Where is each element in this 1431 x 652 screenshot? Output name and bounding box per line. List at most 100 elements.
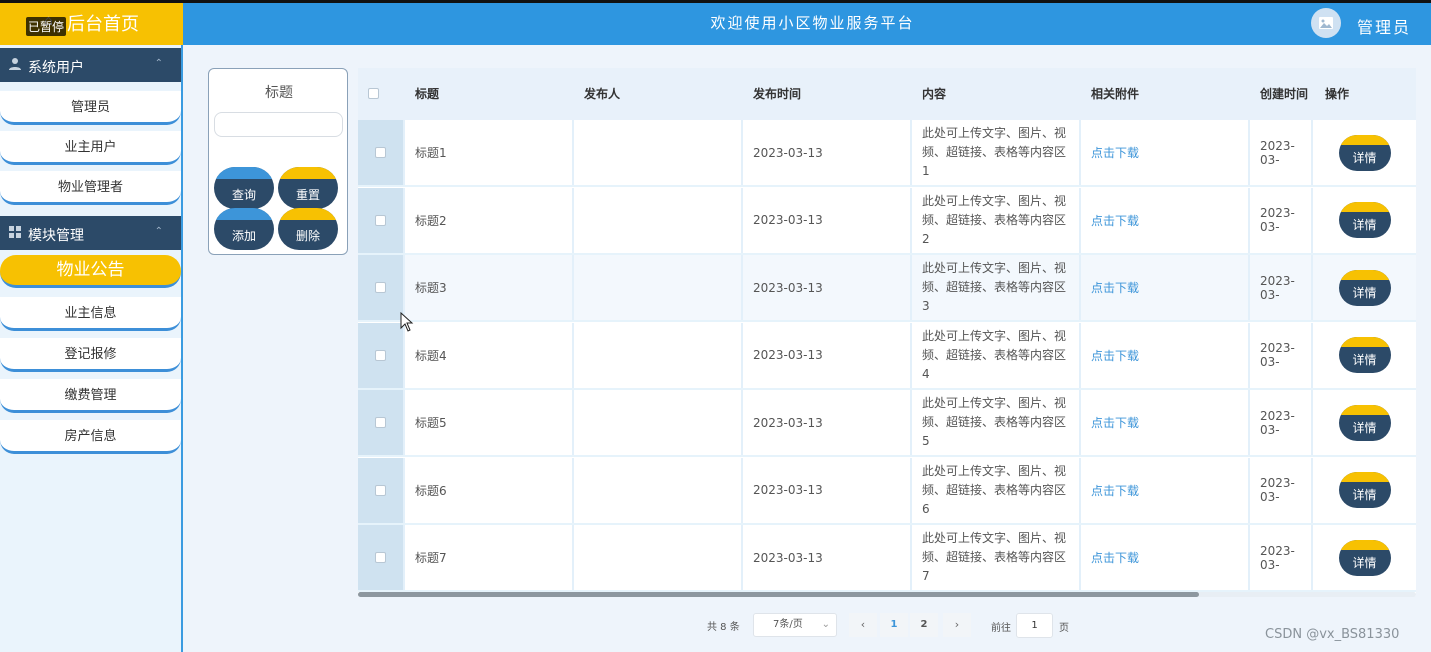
action-cell: 详情 [1313, 188, 1416, 253]
action-cell: 详情 [1313, 458, 1416, 523]
column-header[interactable]: 发布时间 [753, 68, 801, 120]
action-cell: 详情 [1313, 120, 1416, 185]
add-button[interactable]: 添加 [214, 208, 274, 250]
sidebar-item-repair-registration[interactable]: 登记报修 [0, 338, 181, 372]
grid-icon [9, 226, 21, 238]
avatar[interactable] [1311, 8, 1341, 38]
cell-content: 此处可上传文字、图片、视频、超链接、表格等内容区4 [922, 328, 1067, 381]
cell-created: 2023-03- [1260, 408, 1295, 437]
row-checkbox[interactable] [375, 484, 386, 496]
horizontal-scrollbar[interactable] [358, 592, 1416, 597]
action-cell: 详情 [1313, 255, 1416, 320]
table-row[interactable]: 标题4 2023-03-13 此处可上传文字、图片、视频、超链接、表格等内容区4 点击… [358, 322, 1416, 390]
notice-table: 标题 发布人 发布时间 内容 相关附件 创建时间 操作 标题1 2023-03-1… [358, 68, 1416, 596]
cell-content: 此处可上传文字、图片、视频、超链接、表格等内容区2 [922, 193, 1067, 246]
detail-button[interactable]: 详情 [1338, 404, 1391, 441]
title-search-input[interactable] [214, 112, 343, 137]
download-link[interactable]: 点击下载 [1081, 482, 1139, 499]
column-header[interactable]: 内容 [922, 68, 946, 120]
detail-button[interactable]: 详情 [1338, 134, 1391, 171]
page-number[interactable]: 2 [910, 613, 938, 637]
cell-created: 2023-03- [1260, 341, 1295, 369]
chevron-up-icon: ⌃ [154, 58, 163, 69]
image-icon [1319, 17, 1333, 29]
table-row[interactable]: 标题2 2023-03-13 此处可上传文字、图片、视频、超链接、表格等内容区2 点击… [358, 187, 1416, 255]
sidebar-item-property-notice[interactable]: 物业公告 [0, 255, 181, 288]
top-header: ⌂ 后台首页 已暂停 欢迎使用小区物业服务平台 管理员 [0, 0, 1431, 45]
row-checkbox-cell [358, 390, 405, 455]
query-button[interactable]: 查询 [214, 167, 274, 209]
cell-publish_time: 2023-03-13 [753, 348, 823, 362]
column-header[interactable]: 发布人 [584, 68, 620, 120]
goto-page-input[interactable]: 1 [1016, 613, 1053, 638]
delete-button[interactable]: 删除 [278, 208, 338, 250]
chevron-down-icon: ⌄ [821, 619, 830, 630]
cell-created: 2023-03- [1260, 476, 1295, 504]
cell-created: 2023-03- [1260, 206, 1295, 234]
detail-button[interactable]: 详情 [1338, 337, 1391, 373]
sidebar-item-admin[interactable]: 管理员 [0, 91, 181, 125]
column-header[interactable]: 创建时间 [1260, 68, 1308, 120]
download-link[interactable]: 点击下载 [1081, 279, 1139, 296]
total-count: 共 8 条 [707, 622, 740, 633]
sidebar-group-label: 系统用户 [28, 60, 84, 76]
table-row[interactable]: 标题6 2023-03-13 此处可上传文字、图片、视频、超链接、表格等内容区6 点击… [358, 457, 1416, 525]
table-row[interactable]: 标题5 2023-03-13 此处可上传文字、图片、视频、超链接、表格等内容区5 点击… [358, 390, 1416, 457]
row-checkbox[interactable] [375, 147, 386, 158]
download-link[interactable]: 点击下载 [1081, 414, 1139, 431]
platform-title: 欢迎使用小区物业服务平台 [710, 14, 915, 32]
cell-created: 2023-03- [1260, 543, 1295, 572]
sidebar-group-system-users[interactable]: 系统用户 ⌃ [0, 48, 181, 82]
sidebar-group-label: 模块管理 [28, 228, 84, 244]
cell-content: 此处可上传文字、图片、视频、超链接、表格等内容区3 [922, 261, 1067, 313]
action-cell: 详情 [1313, 525, 1416, 590]
action-cell: 详情 [1313, 390, 1416, 455]
sidebar-item-payment-management[interactable]: 缴费管理 [0, 379, 181, 413]
user-icon [9, 58, 21, 70]
sidebar-item-property-managers[interactable]: 物业管理者 [0, 171, 181, 205]
row-checkbox-cell [358, 525, 405, 590]
detail-button[interactable]: 详情 [1338, 269, 1391, 306]
sidebar-item-owner-users[interactable]: 业主用户 [0, 131, 181, 165]
table-row[interactable]: 标题7 2023-03-13 此处可上传文字、图片、视频、超链接、表格等内容区7 点击… [358, 525, 1416, 592]
search-panel: 标题 查询 重置 添加 删除 [208, 68, 348, 255]
table-row[interactable]: 标题3 2023-03-13 此处可上传文字、图片、视频、超链接、表格等内容区3 点击… [358, 255, 1416, 322]
row-checkbox[interactable] [375, 349, 386, 361]
scroll-thumb[interactable] [358, 592, 1199, 597]
download-link[interactable]: 点击下载 [1081, 549, 1139, 566]
cell-content: 此处可上传文字、图片、视频、超链接、表格等内容区7 [922, 531, 1067, 583]
admin-name[interactable]: 管理员 [1357, 14, 1411, 38]
reset-button[interactable]: 重置 [278, 167, 338, 209]
search-label: 标题 [265, 85, 293, 101]
row-checkbox[interactable] [375, 214, 386, 226]
cell-title: 标题3 [415, 281, 447, 295]
detail-button[interactable]: 详情 [1338, 539, 1391, 576]
page-size-select[interactable]: 7条/页 ⌄ [753, 613, 837, 637]
column-header[interactable]: 相关附件 [1091, 68, 1139, 120]
prev-page-button[interactable]: ‹ [849, 613, 877, 637]
goto-label: 前往 [991, 623, 1011, 634]
row-checkbox[interactable] [375, 282, 386, 293]
row-checkbox-cell [358, 187, 405, 253]
table-row[interactable]: 标题1 2023-03-13 此处可上传文字、图片、视频、超链接、表格等内容区1 点击… [358, 120, 1416, 187]
detail-button[interactable]: 详情 [1338, 202, 1391, 238]
cell-title: 标题6 [415, 483, 447, 498]
sidebar-item-owner-info[interactable]: 业主信息 [0, 297, 181, 331]
row-checkbox[interactable] [375, 552, 386, 563]
page-number[interactable]: 1 [880, 613, 908, 637]
sidebar-item-property-info[interactable]: 房产信息 [0, 420, 181, 454]
select-all-checkbox[interactable] [368, 88, 379, 100]
row-checkbox[interactable] [375, 417, 386, 428]
cell-title: 标题2 [415, 213, 447, 228]
detail-button[interactable]: 详情 [1338, 472, 1391, 508]
next-page-button[interactable]: › [943, 613, 971, 637]
cell-created: 2023-03- [1260, 273, 1295, 302]
cell-publish_time: 2023-03-13 [753, 483, 823, 497]
chevron-up-icon: ⌃ [154, 226, 163, 237]
download-link[interactable]: 点击下载 [1081, 144, 1139, 161]
column-header[interactable]: 标题 [415, 68, 439, 120]
sidebar-group-module-management[interactable]: 模块管理 ⌃ [0, 216, 181, 250]
download-link[interactable]: 点击下载 [1081, 212, 1139, 229]
cell-content: 此处可上传文字、图片、视频、超链接、表格等内容区1 [922, 126, 1067, 178]
download-link[interactable]: 点击下载 [1081, 347, 1139, 364]
